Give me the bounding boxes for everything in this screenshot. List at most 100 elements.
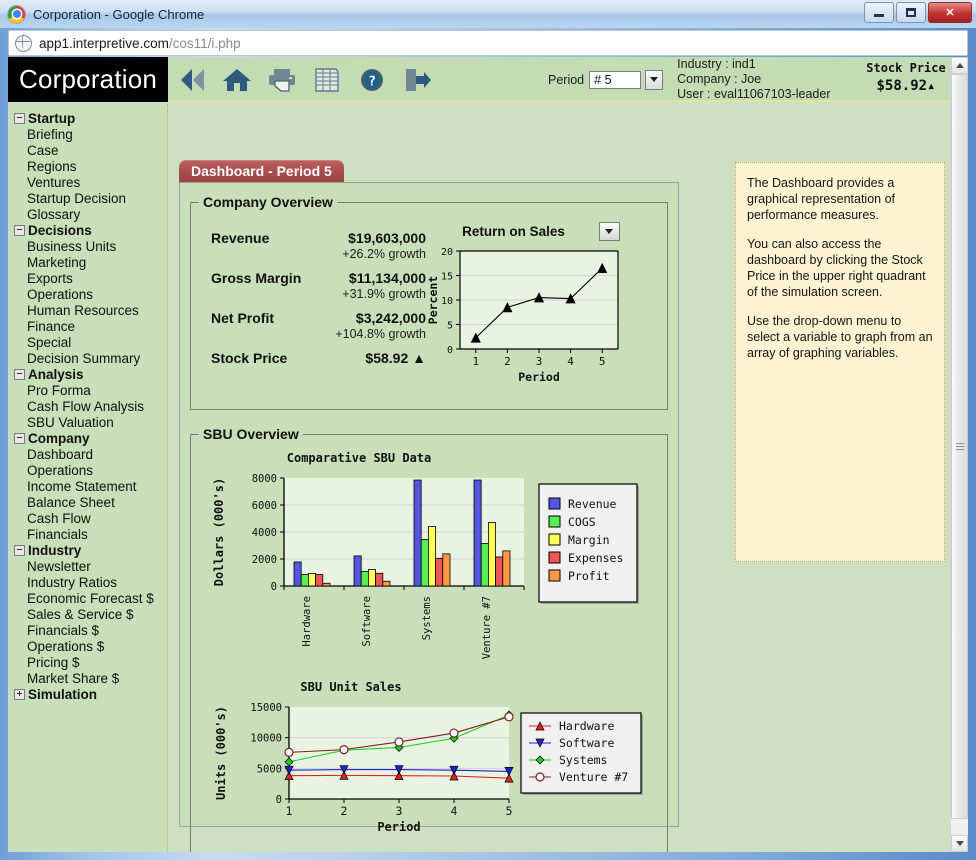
metric-net-profit: Net Profit$3,242,000+104.8% growth <box>211 310 426 341</box>
collapse-icon[interactable] <box>14 545 25 556</box>
sidebar-item-operations[interactable]: Operations <box>8 286 167 302</box>
sidebar-group-label: Company <box>28 431 90 446</box>
sidebar-item-cash-flow-analysis[interactable]: Cash Flow Analysis <box>8 398 167 414</box>
sidebar-item-balance-sheet[interactable]: Balance Sheet <box>8 494 167 510</box>
collapse-icon[interactable] <box>14 225 25 236</box>
address-bar[interactable]: app1.interpretive.com/cos11/i.php <box>8 30 968 56</box>
app-logo: Corporation <box>8 57 168 102</box>
period-select-value[interactable]: # 5 <box>589 71 641 89</box>
sidebar-item-pricing[interactable]: Pricing $ <box>8 654 167 670</box>
svg-text:5000: 5000 <box>257 763 282 775</box>
header-info: Period # 5 Industry : ind1 Company : Joe… <box>548 57 830 102</box>
sidebar-item-glossary[interactable]: Glossary <box>8 206 167 222</box>
sidebar-item-exports[interactable]: Exports <box>8 270 167 286</box>
svg-text:Expenses: Expenses <box>568 551 623 565</box>
stock-price-block[interactable]: Stock Price $58.92▴ <box>858 61 954 94</box>
sidebar-item-operations[interactable]: Operations <box>8 462 167 478</box>
svg-text:Profit: Profit <box>568 569 610 583</box>
exit-icon[interactable] <box>401 64 433 96</box>
chrome-logo-icon <box>8 6 25 23</box>
sidebar-item-income-statement[interactable]: Income Statement <box>8 478 167 494</box>
period-selector[interactable]: Period # 5 <box>548 70 663 90</box>
sidebar-item-special[interactable]: Special <box>8 334 167 350</box>
sidebar-item-sales-service[interactable]: Sales & Service $ <box>8 606 167 622</box>
sidebar-group-label: Industry <box>28 543 81 558</box>
svg-text:4: 4 <box>567 355 574 368</box>
help-tip-panel: The Dashboard provides a graphical repre… <box>735 162 945 562</box>
minimize-button[interactable] <box>864 2 894 23</box>
svg-text:10: 10 <box>441 296 453 307</box>
sidebar-item-dashboard[interactable]: Dashboard <box>8 446 167 462</box>
metric-value: $3,242,000 <box>356 310 426 326</box>
home-icon[interactable] <box>221 64 253 96</box>
metric-name: Revenue <box>211 230 269 246</box>
tab-dashboard[interactable]: Dashboard - Period 5 <box>179 160 344 182</box>
sidebar-item-pro-forma[interactable]: Pro Forma <box>8 382 167 398</box>
spreadsheet-icon[interactable] <box>311 64 343 96</box>
svg-text:3: 3 <box>396 804 403 818</box>
svg-text:1: 1 <box>472 355 479 368</box>
sidebar-group-decisions[interactable]: Decisions <box>8 222 167 238</box>
sidebar-item-newsletter[interactable]: Newsletter <box>8 558 167 574</box>
scroll-up-button[interactable] <box>951 57 968 74</box>
svg-text:8000: 8000 <box>252 473 277 485</box>
svg-text:6000: 6000 <box>252 500 277 512</box>
sidebar-nav: StartupBriefingCaseRegionsVenturesStartu… <box>8 104 168 852</box>
help-icon[interactable]: ? <box>356 64 388 96</box>
globe-icon <box>15 35 32 52</box>
sidebar-group-label: Simulation <box>28 687 97 702</box>
sidebar-item-economic-forecast[interactable]: Economic Forecast $ <box>8 590 167 606</box>
sbu-overview-legend: SBU Overview <box>199 426 303 442</box>
sidebar-item-business-units[interactable]: Business Units <box>8 238 167 254</box>
minimize-icon <box>874 14 884 17</box>
collapse-icon[interactable] <box>14 113 25 124</box>
scrollbar-thumb[interactable] <box>951 74 968 819</box>
sidebar-item-briefing[interactable]: Briefing <box>8 126 167 142</box>
sidebar-item-marketing[interactable]: Marketing <box>8 254 167 270</box>
metric-value: $19,603,000 <box>348 230 426 246</box>
metric-name: Stock Price <box>211 350 287 366</box>
address-bar-text: app1.interpretive.com/cos11/i.php <box>39 36 241 51</box>
url-host: app1.interpretive.com <box>39 36 169 51</box>
sidebar-item-cash-flow[interactable]: Cash Flow <box>8 510 167 526</box>
metric-growth: +31.9% growth <box>211 287 426 301</box>
sidebar-item-decision-summary[interactable]: Decision Summary <box>8 350 167 366</box>
svg-text:4000: 4000 <box>252 527 277 539</box>
sidebar-item-case[interactable]: Case <box>8 142 167 158</box>
close-button[interactable]: ✕ <box>928 2 972 23</box>
sidebar-item-startup-decision[interactable]: Startup Decision <box>8 190 167 206</box>
sidebar-item-operations[interactable]: Operations $ <box>8 638 167 654</box>
sidebar-item-market-share[interactable]: Market Share $ <box>8 670 167 686</box>
sidebar-item-finance[interactable]: Finance <box>8 318 167 334</box>
stock-price-label: Stock Price <box>858 61 954 75</box>
sidebar-item-financials[interactable]: Financials <box>8 526 167 542</box>
sidebar-item-regions[interactable]: Regions <box>8 158 167 174</box>
svg-text:5: 5 <box>599 355 606 368</box>
sidebar-group-simulation[interactable]: Simulation <box>8 686 167 702</box>
expand-icon[interactable] <box>14 689 25 700</box>
svg-text:5: 5 <box>506 804 513 818</box>
maximize-button[interactable] <box>896 2 926 23</box>
page-scrollbar[interactable] <box>950 57 968 852</box>
sidebar-item-ventures[interactable]: Ventures <box>8 174 167 190</box>
chart-variable-dropdown[interactable] <box>599 222 620 241</box>
sidebar-item-industry-ratios[interactable]: Industry Ratios <box>8 574 167 590</box>
sidebar-item-financials[interactable]: Financials $ <box>8 622 167 638</box>
collapse-icon[interactable] <box>14 433 25 444</box>
sidebar-group-startup[interactable]: Startup <box>8 110 167 126</box>
sidebar-item-human-resources[interactable]: Human Resources <box>8 302 167 318</box>
chevron-down-icon[interactable] <box>645 70 663 90</box>
company-label: Company : Joe <box>677 72 830 87</box>
sidebar-group-company[interactable]: Company <box>8 430 167 446</box>
back-icon[interactable] <box>176 64 208 96</box>
svg-text:Venture #7: Venture #7 <box>481 596 493 659</box>
print-icon[interactable] <box>266 64 298 96</box>
sidebar-group-industry[interactable]: Industry <box>8 542 167 558</box>
sbu-overview-section: SBU Overview Comparative SBU Data0200040… <box>190 426 668 852</box>
sidebar-item-sbu-valuation[interactable]: SBU Valuation <box>8 414 167 430</box>
scroll-down-button[interactable] <box>951 835 968 852</box>
svg-text:?: ? <box>368 75 376 90</box>
app-toolbar: ? <box>176 59 433 101</box>
sidebar-group-analysis[interactable]: Analysis <box>8 366 167 382</box>
collapse-icon[interactable] <box>14 369 25 380</box>
